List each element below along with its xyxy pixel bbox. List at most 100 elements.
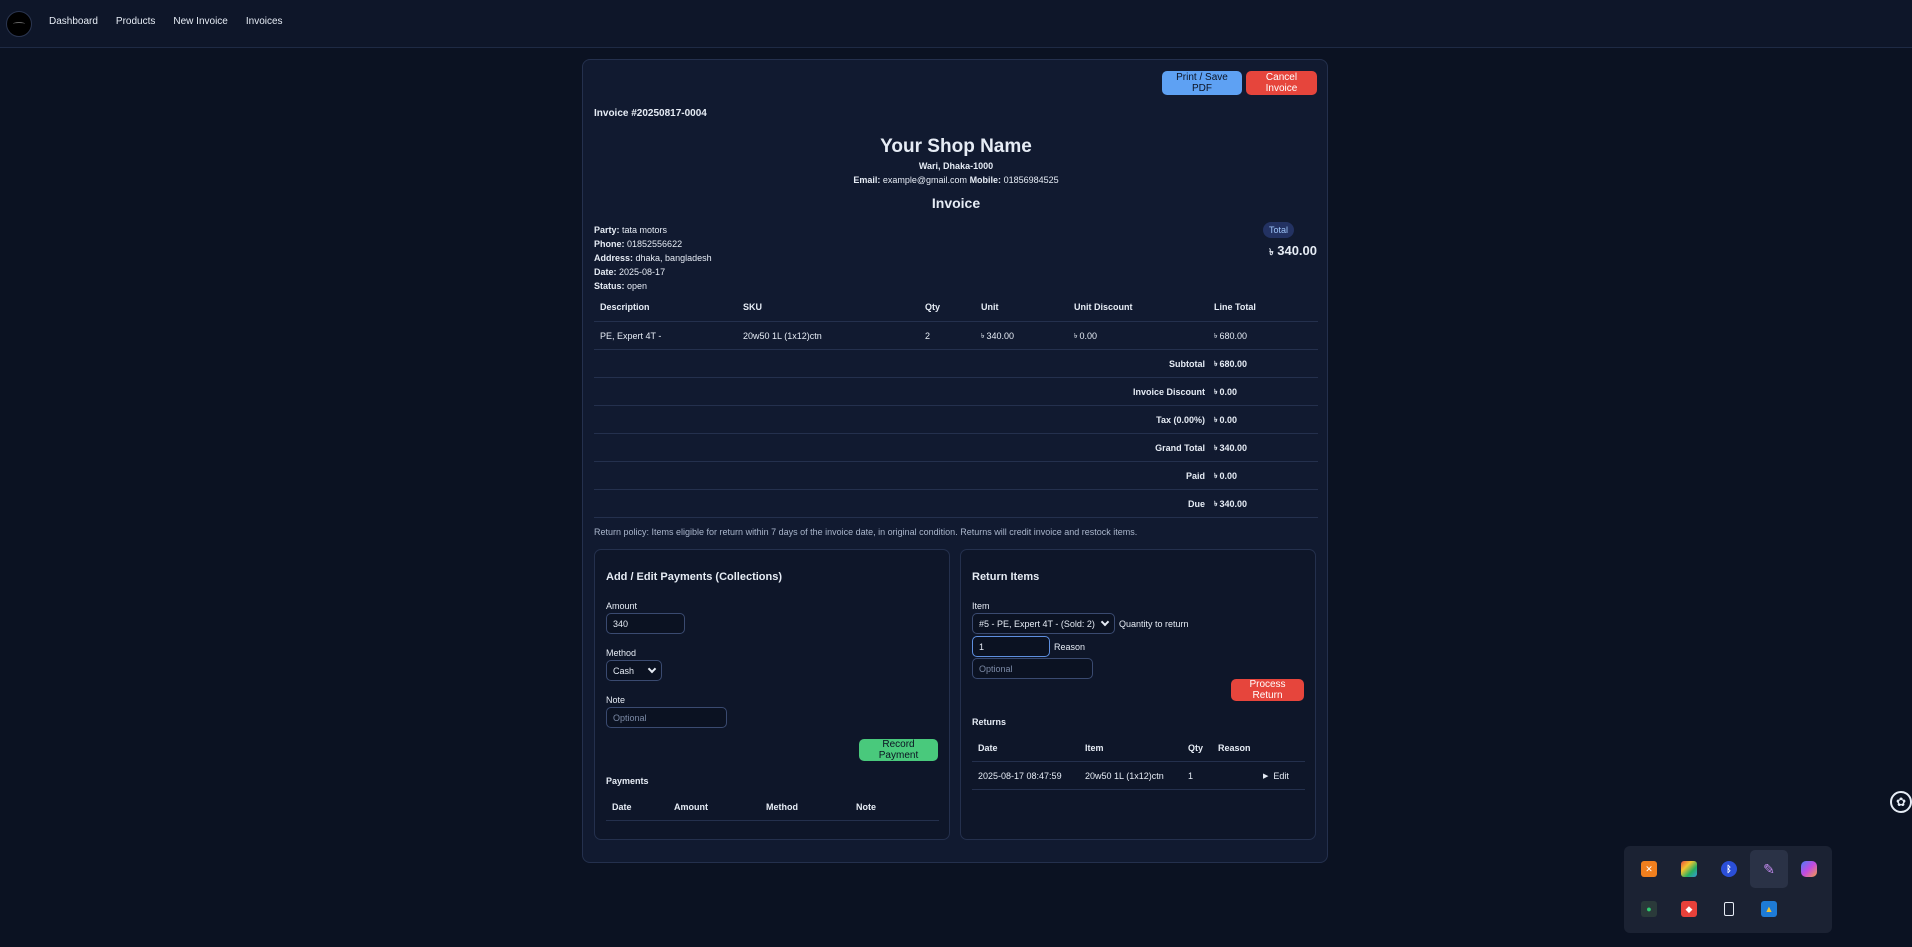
email-label: Email: [853,175,881,185]
note-label: Note [606,695,626,705]
summary-value: ৳ 0.00 [1214,406,1237,433]
address-label: Address: [594,253,634,263]
item-description: PE, Expert 4T - [600,330,662,341]
amount-input[interactable]: 340 [606,613,685,634]
item-label: Item [972,601,990,611]
summary-label: Tax (0.00%) [1156,414,1205,425]
total-amount: ৳ 340.00 [1269,243,1317,260]
logo[interactable] [6,11,32,37]
top-navbar: Dashboard Products New Invoice Invoices [0,0,1912,48]
item-unit-value: 340.00 [986,330,1015,341]
return-qty: 1 [1188,770,1194,781]
cancel-invoice-button[interactable]: Cancel Invoice [1246,71,1317,95]
anydesk-icon[interactable]: ◆ [1670,890,1708,928]
return-item: 20w50 1L (1x12)ctn [1085,770,1164,781]
summary-value: ৳ 340.00 [1214,490,1247,517]
reason-input[interactable]: Optional [972,658,1093,679]
nav-products[interactable]: Products [116,16,155,27]
col-reason: Reason [1218,742,1251,753]
payments-heading: Payments [606,776,649,786]
payments-panel: Add / Edit Payments (Collections) Amount… [594,549,950,840]
bluetooth-icon[interactable]: ᛒ [1710,850,1748,888]
item-discount-value: 0.00 [1079,330,1098,341]
process-return-button[interactable]: Process Return [1231,679,1304,701]
currency-symbol: ৳ [1269,247,1274,257]
col-description: Description [600,301,650,312]
xampp-icon[interactable]: ✕ [1630,850,1668,888]
edit-return-toggle[interactable]: ▶ Edit [1263,762,1289,789]
network-icon[interactable]: ● [1630,890,1668,928]
method-value: Cash [613,665,635,676]
nav-new-invoice[interactable]: New Invoice [173,16,227,27]
edit-label: Edit [1273,770,1289,781]
payments-panel-title: Add / Edit Payments (Collections) [606,571,783,583]
summary-grand-total: Grand Total ৳ 340.00 [594,434,1318,462]
copilot-icon[interactable] [1790,850,1828,888]
return-qty-input[interactable]: 1 [972,636,1050,657]
total-value: 340.00 [1277,243,1317,258]
party-phone: 01852556622 [627,239,683,249]
col-line-total: Line Total [1214,301,1256,312]
return-date: 2025-08-17 08:47:59 [978,770,1062,781]
items-table: Description SKU Qty Unit Unit Discount L… [594,292,1318,518]
item-qty: 2 [925,330,931,341]
col-amount: Amount [674,801,708,812]
currency-symbol: ৳ [1214,444,1218,452]
system-tray-overflow: ✕ ᛒ ✎ ● ◆ ▲ [1624,846,1832,933]
currency-symbol: ৳ [1214,388,1218,396]
invoice-title: Invoice [931,195,981,211]
currency-symbol: ৳ [1214,416,1218,424]
pen-glyph: ✎ [1763,860,1775,877]
currency-symbol: ৳ [1214,332,1218,340]
party-details: Party: tata motors Phone: 01852556622 Ad… [594,223,712,293]
usb-drive-icon[interactable] [1710,890,1748,928]
summary-value: ৳ 340.00 [1214,434,1247,461]
summary-label: Due [1187,498,1205,509]
assistant-icon[interactable]: ✿ [1890,791,1912,813]
summary-value: ৳ 0.00 [1214,378,1237,405]
item-unit-discount: ৳ 0.00 [1074,322,1097,349]
pen-icon[interactable]: ✎ [1750,850,1788,888]
col-unit-discount: Unit Discount [1074,301,1133,312]
payments-table: Date Amount Method Note [606,793,939,821]
summary-label: Paid [1185,470,1205,481]
total-badge: Total [1263,222,1295,238]
method-select[interactable]: Cash [606,660,662,681]
copilot-glyph [1801,861,1817,877]
currency-symbol: ৳ [1214,360,1218,368]
nav-dashboard[interactable]: Dashboard [49,16,98,27]
col-qty: Qty [1188,742,1204,753]
return-item-value: #5 - PE, Expert 4T - (Sold: 2) [979,618,1095,629]
status-label: Status: [594,281,625,291]
bluetooth-glyph: ᛒ [1721,861,1737,877]
security-warning-icon[interactable]: ▲ [1750,890,1788,928]
shop-email: example@gmail.com [882,175,968,185]
summary-label: Subtotal [1169,358,1205,369]
summary-label: Grand Total [1155,442,1205,453]
mobile-label: Mobile: [969,175,1002,185]
print-pdf-button[interactable]: Print / Save PDF [1162,71,1242,95]
col-qty: Qty [925,301,941,312]
network-glyph: ● [1641,901,1657,917]
currency-symbol: ৳ [1074,332,1078,340]
summary-paid: Paid ৳ 0.00 [594,462,1318,490]
note-input[interactable]: Optional [606,707,727,728]
photos-icon[interactable] [1670,850,1708,888]
nav-links: Dashboard Products New Invoice Invoices [49,16,301,27]
shop-address: Wari, Dhaka-1000 [918,161,994,171]
chevron-down-icon [1100,617,1110,627]
logo-mark [13,22,25,26]
nav-invoices[interactable]: Invoices [246,16,283,27]
usb-glyph [1724,902,1734,916]
method-label: Method [606,648,637,658]
item-line-total-value: 680.00 [1219,330,1248,341]
due-value: 340.00 [1219,498,1248,509]
phone-label: Phone: [594,239,625,249]
shop-mobile: 01856984525 [1003,175,1059,185]
summary-value: ৳ 680.00 [1214,350,1247,377]
return-item-select[interactable]: #5 - PE, Expert 4T - (Sold: 2) [972,613,1115,634]
party-address: dhaka, bangladesh [635,253,712,263]
return-policy: Return policy: Items eligible for return… [594,527,1138,537]
record-payment-button[interactable]: Record Payment [859,739,938,761]
returns-table-header: Date Item Qty Reason [972,734,1305,762]
